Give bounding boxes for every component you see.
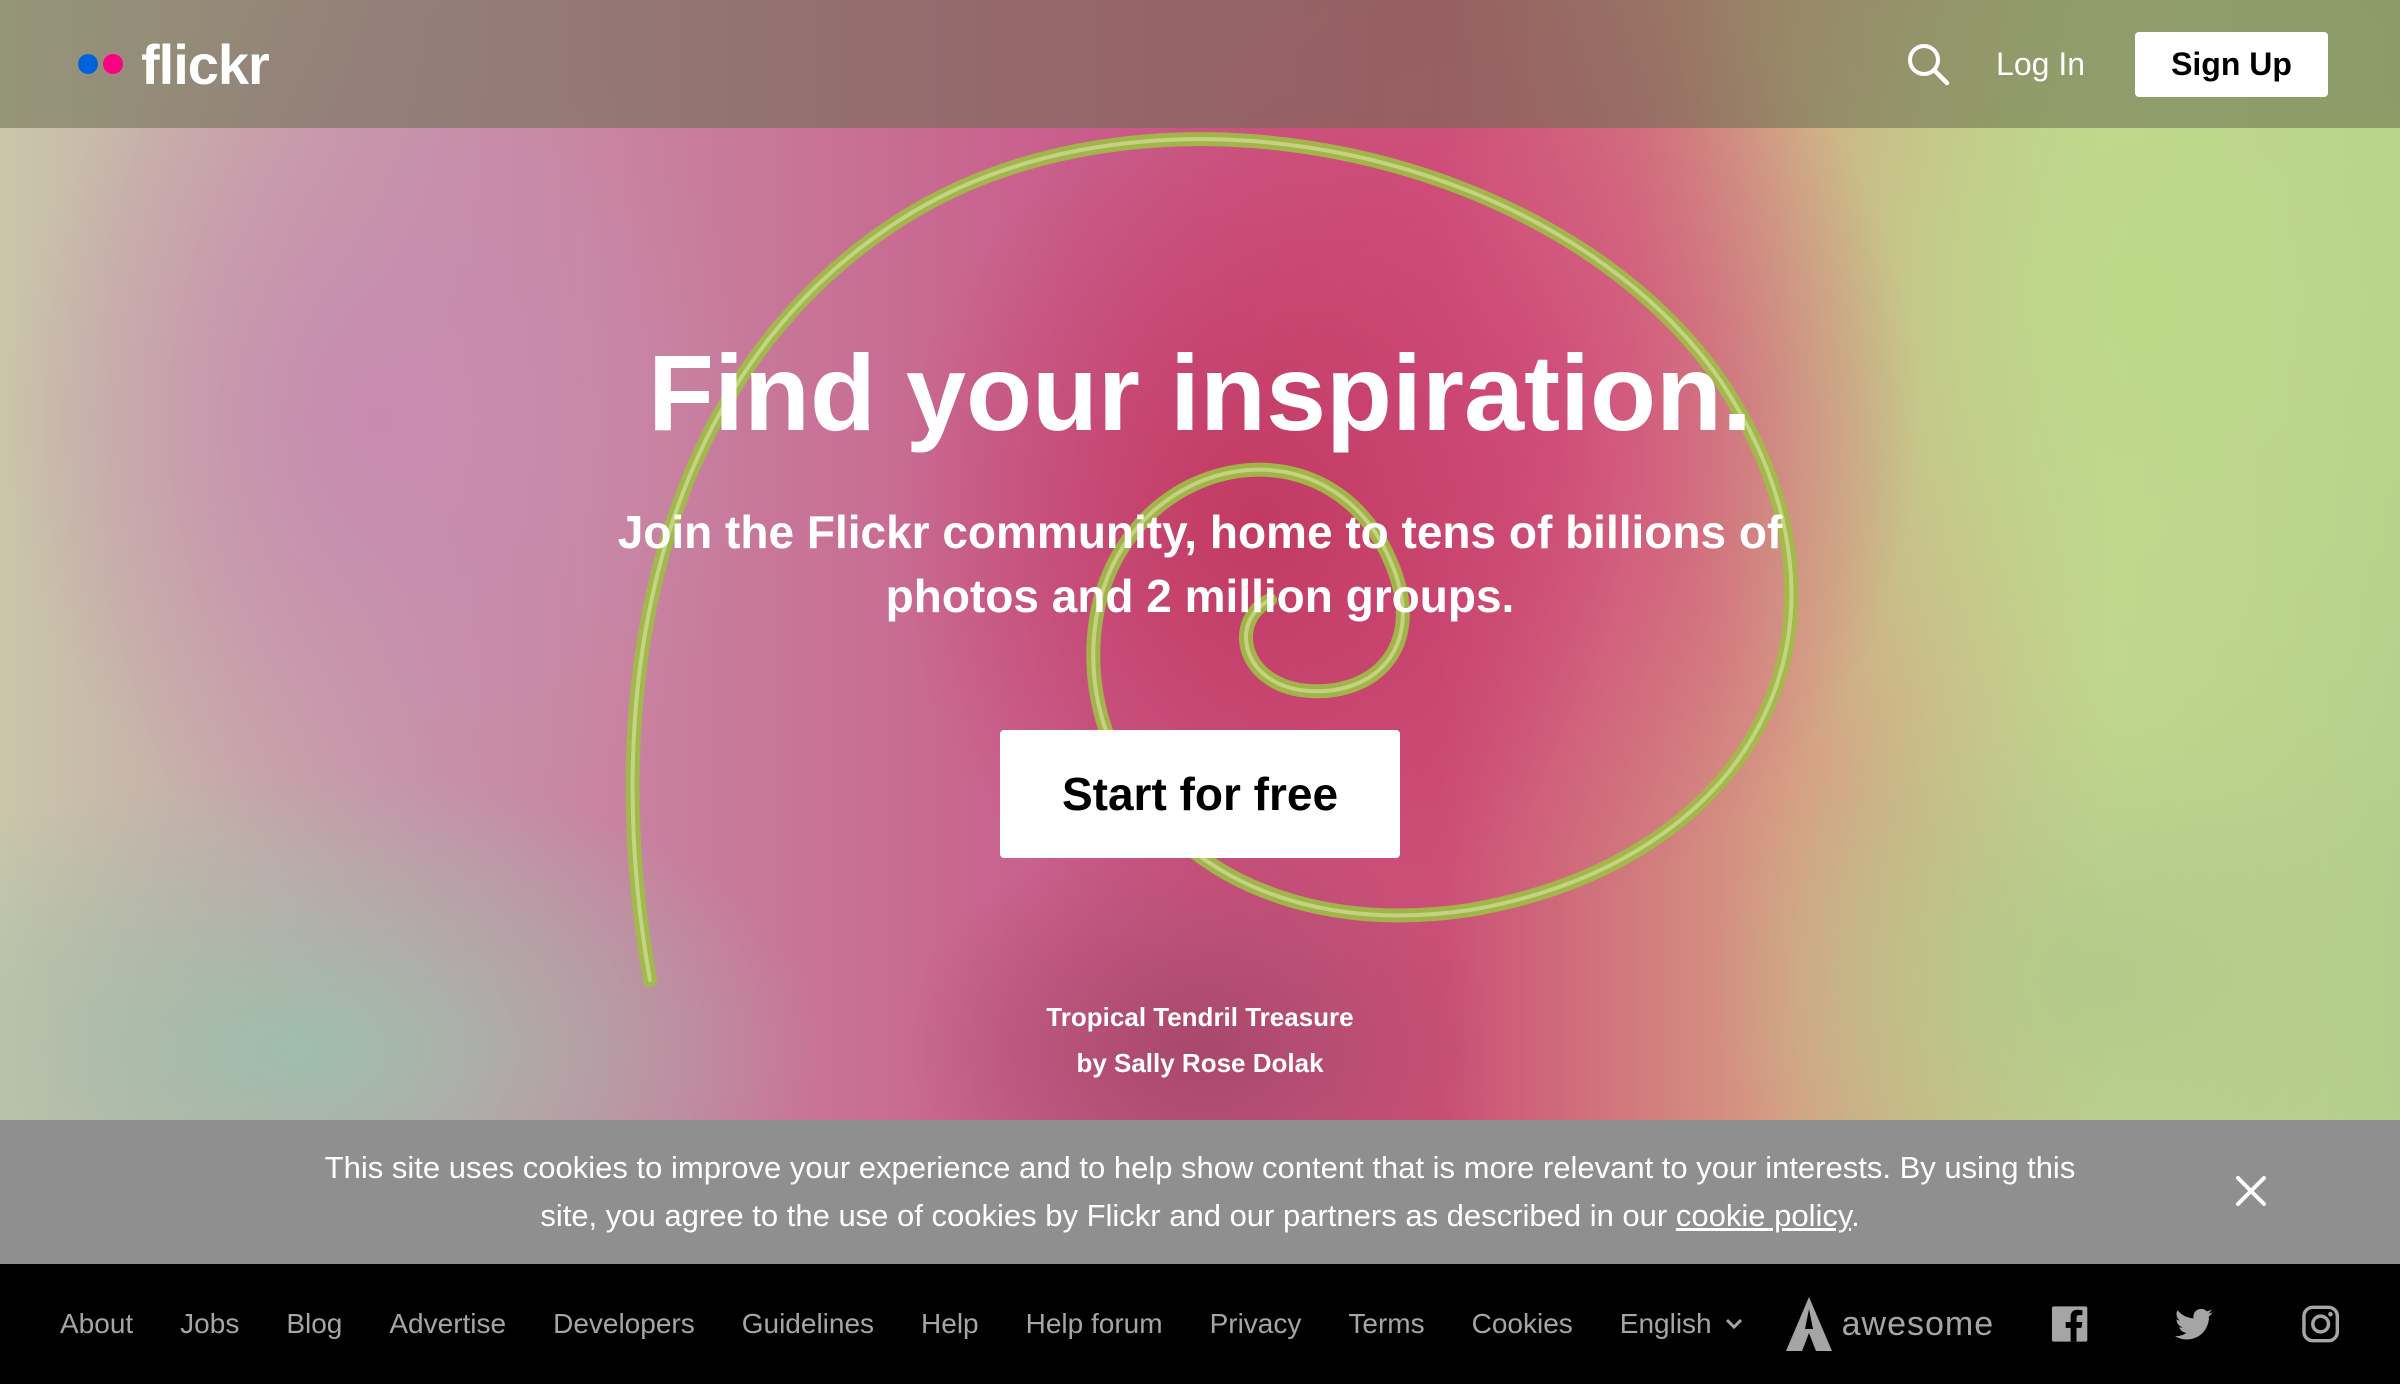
header-actions: Log In Sign Up — [1904, 31, 2328, 97]
language-selector[interactable]: English — [1620, 1308, 1744, 1340]
cookie-trailing: . — [1851, 1198, 1860, 1233]
footer-link-jobs[interactable]: Jobs — [180, 1308, 239, 1340]
footer-link-blog[interactable]: Blog — [286, 1308, 342, 1340]
cookie-policy-link[interactable]: cookie policy — [1676, 1198, 1851, 1233]
hero-subtitle: Join the Flickr community, home to tens … — [617, 506, 1783, 622]
facebook-icon[interactable] — [2050, 1304, 2089, 1344]
language-label: English — [1619, 1308, 1712, 1339]
hero-title: Find your inspiration. — [648, 332, 1752, 453]
chevron-down-icon — [1725, 1318, 1742, 1330]
footer-link-help[interactable]: Help — [921, 1308, 979, 1340]
footer-link-guidelines[interactable]: Guidelines — [742, 1308, 874, 1340]
photo-title[interactable]: Tropical Tendril Treasure — [0, 1002, 2400, 1033]
login-link[interactable]: Log In — [1996, 46, 2085, 83]
start-for-free-button[interactable]: Start for free — [1000, 730, 1400, 858]
top-nav: flickr Log In Sign Up — [0, 0, 2400, 128]
cookie-banner: This site uses cookies to improve your e… — [0, 1120, 2400, 1264]
close-icon[interactable] — [2232, 1172, 2270, 1210]
logo-pink-dot — [103, 54, 123, 74]
footer-link-privacy[interactable]: Privacy — [1210, 1308, 1302, 1340]
footer: About Jobs Blog Advertise Developers Gui… — [0, 1264, 2400, 1384]
signup-button[interactable]: Sign Up — [2135, 31, 2328, 97]
flickr-logo[interactable]: flickr — [78, 32, 270, 97]
footer-link-cookies[interactable]: Cookies — [1472, 1308, 1573, 1340]
footer-link-help-forum[interactable]: Help forum — [1026, 1308, 1163, 1340]
photo-author[interactable]: by Sally Rose Dolak — [0, 1048, 2400, 1079]
search-icon[interactable] — [1904, 40, 1952, 88]
footer-link-about[interactable]: About — [60, 1308, 133, 1340]
logo-blue-dot — [78, 54, 98, 74]
awesome-text: awesome — [1841, 1304, 1995, 1343]
footer-link-advertise[interactable]: Advertise — [389, 1308, 506, 1340]
logo-text: flickr — [141, 32, 270, 96]
awesome-logo[interactable]: awesome — [1784, 1295, 1995, 1353]
footer-link-developers[interactable]: Developers — [553, 1308, 695, 1340]
twitter-icon[interactable] — [2175, 1304, 2214, 1344]
cookie-text: This site uses cookies to improve your e… — [310, 1144, 2090, 1240]
footer-link-terms[interactable]: Terms — [1348, 1308, 1424, 1340]
awesome-logo-icon — [1785, 1297, 1832, 1351]
instagram-icon[interactable] — [2301, 1304, 2340, 1344]
